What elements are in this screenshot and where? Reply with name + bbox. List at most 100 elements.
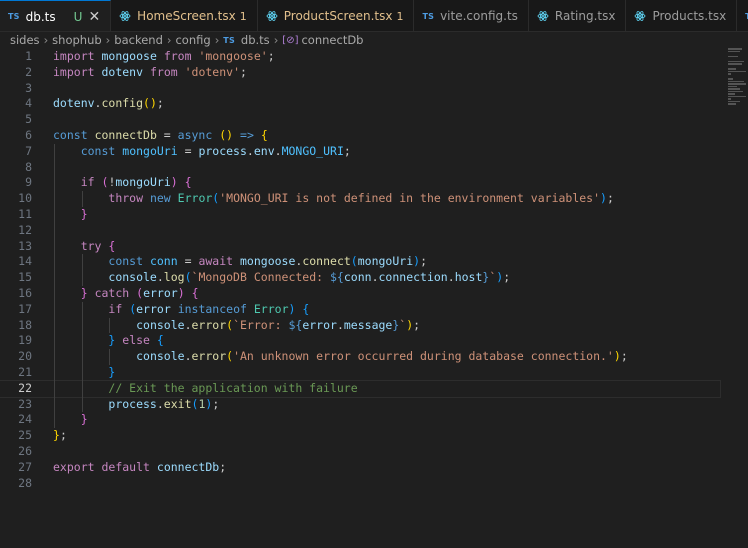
indent-guide	[109, 317, 111, 334]
breadcrumb-item[interactable]: sides	[10, 33, 40, 47]
tab-productscreen-tsx[interactable]: ProductScreen.tsx 1	[257, 0, 415, 31]
code-line[interactable]: 5	[0, 112, 720, 128]
code-text: throw new Error('MONGO_URI is not define…	[108, 191, 614, 206]
tab-products-tsx[interactable]: Products.tsx	[626, 0, 738, 31]
line-number: 4	[25, 96, 32, 111]
react-file-icon	[119, 11, 131, 21]
minimap-line	[728, 70, 746, 72]
minimap-line	[728, 83, 746, 85]
indent-guide	[81, 191, 83, 207]
code-text: import dotenv from 'dotenv';	[53, 64, 247, 79]
tab-label: Products.tsx	[652, 9, 727, 23]
react-file-icon	[635, 11, 646, 21]
line-number: 2	[25, 64, 32, 79]
close-icon[interactable]: ✕	[88, 9, 100, 25]
code-line[interactable]: 9 if (!mongoUri) {	[0, 175, 720, 191]
line-number: 24	[18, 412, 32, 427]
line-number: 11	[18, 207, 32, 221]
code-line[interactable]: 25};	[0, 428, 720, 444]
line-number: 17	[18, 301, 32, 316]
code-line[interactable]: 6 const connectDb = async () => {	[0, 128, 720, 144]
code-text: } else {	[108, 333, 164, 348]
code-text: }	[80, 412, 88, 427]
code-line[interactable]: 26	[0, 444, 720, 460]
code-line[interactable]: 13 try {	[0, 239, 720, 255]
minimap[interactable]	[728, 48, 748, 108]
code-text: } catch (error) {	[80, 286, 199, 300]
code-line[interactable]: 3	[0, 81, 720, 97]
line-number: 7	[25, 143, 32, 158]
code-line[interactable]: 16 } catch (error) {	[0, 286, 720, 302]
tab-bar: TS db.ts U ✕ HomeScreen.tsx 1 ProductScreen.ts…	[0, 0, 748, 32]
breadcrumb-item[interactable]: db.ts	[241, 33, 270, 47]
chevron-right-icon: ›	[166, 33, 172, 47]
indent-guide	[54, 143, 55, 429]
tab-homescreen-tsx[interactable]: HomeScreen.tsx 1	[111, 0, 258, 31]
minimap-line	[728, 60, 744, 62]
tab-label: db.ts	[25, 9, 56, 24]
line-number: 27	[18, 459, 32, 474]
code-line[interactable]: 11 }	[0, 207, 720, 223]
code-text: };	[53, 428, 67, 443]
code-text: export default connectDb;	[53, 459, 227, 474]
code-text: const mongoUri = process.env.MONGO_URI;	[80, 143, 351, 158]
code-line[interactable]: 27 export default connectDb;	[0, 460, 720, 476]
tab-label: HomeScreen.tsx	[137, 9, 236, 23]
code-line[interactable]: 21 }	[0, 365, 720, 381]
line-number: 15	[18, 270, 32, 285]
minimap-line	[728, 73, 731, 75]
git-status-badge: U	[73, 9, 83, 24]
chevron-right-icon: ›	[105, 33, 111, 47]
code-line[interactable]: 1 import mongoose from 'mongoose';	[0, 49, 720, 65]
tab-label: ProductScreen.tsx	[283, 9, 393, 23]
code-text: const connectDb = async () => {	[53, 128, 268, 142]
code-line[interactable]: 8	[0, 160, 720, 176]
code-text: console.log(`MongoDB Connected: ${conn.c…	[108, 270, 511, 285]
code-line[interactable]: 18 console.error(`Error: ${error.message…	[0, 318, 720, 334]
code-line[interactable]: 14 const conn = await mongoose.connect(m…	[0, 254, 720, 270]
breadcrumb-item[interactable]: connectDb	[301, 33, 363, 47]
code-line[interactable]: 20 console.error('An unknown error occur…	[0, 349, 720, 365]
typescript-file-icon: TS	[422, 11, 435, 21]
code-text: const conn = await mongoose.connect(mong…	[108, 254, 427, 269]
code-line[interactable]: 7 const mongoUri = process.env.MONGO_URI…	[0, 144, 720, 160]
line-number: 16	[18, 286, 32, 300]
code-line[interactable]: 12	[0, 223, 720, 239]
code-text: console.error('An unknown error occurred…	[136, 349, 628, 364]
breadcrumb-item[interactable]: config	[175, 33, 210, 47]
minimap-line	[728, 78, 733, 80]
code-text: if (error instanceof Error) {	[108, 301, 310, 316]
code-text: // Exit the application with failure	[108, 380, 358, 395]
breadcrumb-item[interactable]: shophub	[52, 33, 102, 47]
code-line[interactable]: 15 console.log(`MongoDB Connected: ${con…	[0, 270, 720, 286]
minimap-line	[728, 50, 740, 52]
minimap-line	[728, 55, 738, 57]
line-number: 14	[18, 254, 32, 269]
breadcrumb-item[interactable]: backend	[114, 33, 163, 47]
minimap-line	[728, 90, 743, 92]
code-line[interactable]: 24 }	[0, 412, 720, 428]
symbol-variable-icon: [⊘]	[282, 34, 299, 46]
tab-rating-tsx[interactable]: Rating.tsx	[528, 0, 627, 31]
chevron-right-icon: ›	[43, 33, 49, 47]
code-line[interactable]: 4 dotenv.config();	[0, 96, 720, 112]
line-number: 21	[18, 365, 32, 379]
tab-vite-config-ts[interactable]: TS vite.config.ts	[414, 0, 529, 31]
code-line[interactable]: 2 import dotenv from 'dotenv';	[0, 65, 720, 81]
code-text: }	[80, 207, 88, 221]
minimap-line	[728, 93, 735, 95]
code-editor[interactable]: 1 import mongoose from 'mongoose'; 2 import…	[0, 48, 748, 548]
code-line[interactable]: 10 throw new Error('MONGO_URI is not def…	[0, 191, 720, 207]
tab-label: vite.config.ts	[440, 9, 518, 23]
line-number: 25	[18, 428, 32, 443]
code-line[interactable]: 28	[0, 476, 720, 492]
line-number: 6	[25, 128, 32, 142]
code-line[interactable]: 22 // Exit the application with failure	[0, 379, 721, 398]
typescript-file-icon: TS	[8, 12, 20, 21]
code-line[interactable]: 17 if (error instanceof Error) {	[0, 302, 720, 318]
tab-db-ts[interactable]: TS db.ts U ✕	[0, 0, 112, 31]
tab-ratin[interactable]: TSratin	[737, 0, 748, 31]
code-line[interactable]: 19 } else {	[0, 333, 720, 349]
code-line[interactable]: 23 process.exit(1);	[0, 397, 720, 413]
minimap-line	[728, 100, 740, 102]
